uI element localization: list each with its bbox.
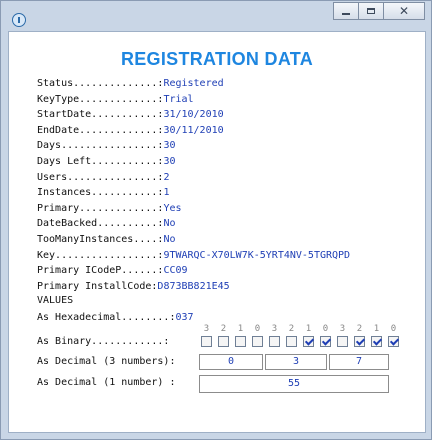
field-users: Users...............:2 [37, 171, 170, 183]
bit-checkbox[interactable] [269, 336, 280, 347]
bit-checkbox[interactable] [252, 336, 263, 347]
maximize-button[interactable] [358, 2, 384, 20]
field-status: Status..............:Registered [37, 78, 224, 89]
field-enddate: EndDate.............:30/11/2010 [37, 124, 224, 136]
app-info-icon[interactable] [12, 13, 26, 27]
bit-label: 3 [271, 324, 278, 334]
bit-label: 1 [237, 324, 244, 334]
field-toomanyinstances: TooManyInstances....:No [37, 234, 176, 245]
bit-checkbox[interactable] [320, 336, 331, 347]
bit-label: 2 [288, 324, 295, 334]
registration-window: ✕ REGISTRATION DATA Status..............… [0, 0, 432, 440]
bit-checkbox[interactable] [201, 336, 212, 347]
field-binary: As Binary............: [37, 336, 170, 347]
minimize-icon [342, 13, 350, 15]
bit-label: 0 [390, 324, 397, 334]
bit-checkbox[interactable] [235, 336, 246, 347]
bit-label: 3 [203, 324, 210, 334]
bit-checkbox[interactable] [388, 336, 399, 347]
field-datebacked: DateBacked..........:No [37, 218, 176, 230]
window-controls: ✕ [333, 2, 425, 20]
field-days-left: Days Left...........:30 [37, 156, 176, 167]
bit-checkbox[interactable] [354, 336, 365, 347]
values-heading: VALUES [37, 295, 74, 306]
field-hexadecimal: As Hexadecimal........:037 [37, 312, 194, 323]
bit-checkbox[interactable] [218, 336, 229, 347]
decimal-value-field-1[interactable]: 0 [199, 354, 263, 370]
field-key: Key.................:9TWARQC-X70LW7K-5YR… [37, 249, 351, 261]
bit-label: 0 [254, 324, 261, 334]
maximize-icon [367, 8, 375, 14]
field-primary: Primary.............:Yes [37, 202, 182, 214]
bit-label: 3 [339, 324, 346, 334]
bit-checkbox[interactable] [303, 336, 314, 347]
bit-labels-row: 3 2 1 0 3 2 1 0 3 2 1 0 [198, 324, 402, 334]
title-bar[interactable]: ✕ [1, 1, 431, 31]
decimal-value-field-2[interactable]: 3 [265, 354, 327, 370]
bit-label: 1 [305, 324, 312, 334]
close-icon: ✕ [398, 4, 410, 18]
bit-checkbox[interactable] [371, 336, 382, 347]
close-button[interactable]: ✕ [383, 2, 425, 20]
field-decimal-1: As Decimal (1 number) : [37, 377, 176, 388]
field-keytype: KeyType.............:Trial [37, 93, 194, 105]
field-primary-icodep: Primary ICodeP......:CC09 [37, 265, 188, 277]
bit-label: 2 [220, 324, 227, 334]
field-days: Days................:30 [37, 140, 176, 152]
bit-label: 1 [373, 324, 380, 334]
client-area: REGISTRATION DATA Status..............:R… [8, 31, 426, 433]
bit-checkbox[interactable] [337, 336, 348, 347]
binary-checkbox-row [198, 336, 402, 347]
field-instances: Instances...........:1 [37, 187, 170, 199]
page-title: REGISTRATION DATA [120, 49, 314, 69]
field-startdate: StartDate...........:31/10/2010 [37, 109, 224, 121]
minimize-button[interactable] [333, 2, 359, 20]
bit-label: 2 [356, 324, 363, 334]
decimal-total-field[interactable]: 55 [199, 375, 389, 393]
bit-checkbox[interactable] [286, 336, 297, 347]
decimal-value-field-3[interactable]: 7 [329, 354, 389, 370]
field-primary-installcode: Primary InstallCode:D873BB821E45 [37, 280, 230, 292]
field-decimal-3: As Decimal (3 numbers): [37, 356, 176, 367]
bit-label: 0 [322, 324, 329, 334]
